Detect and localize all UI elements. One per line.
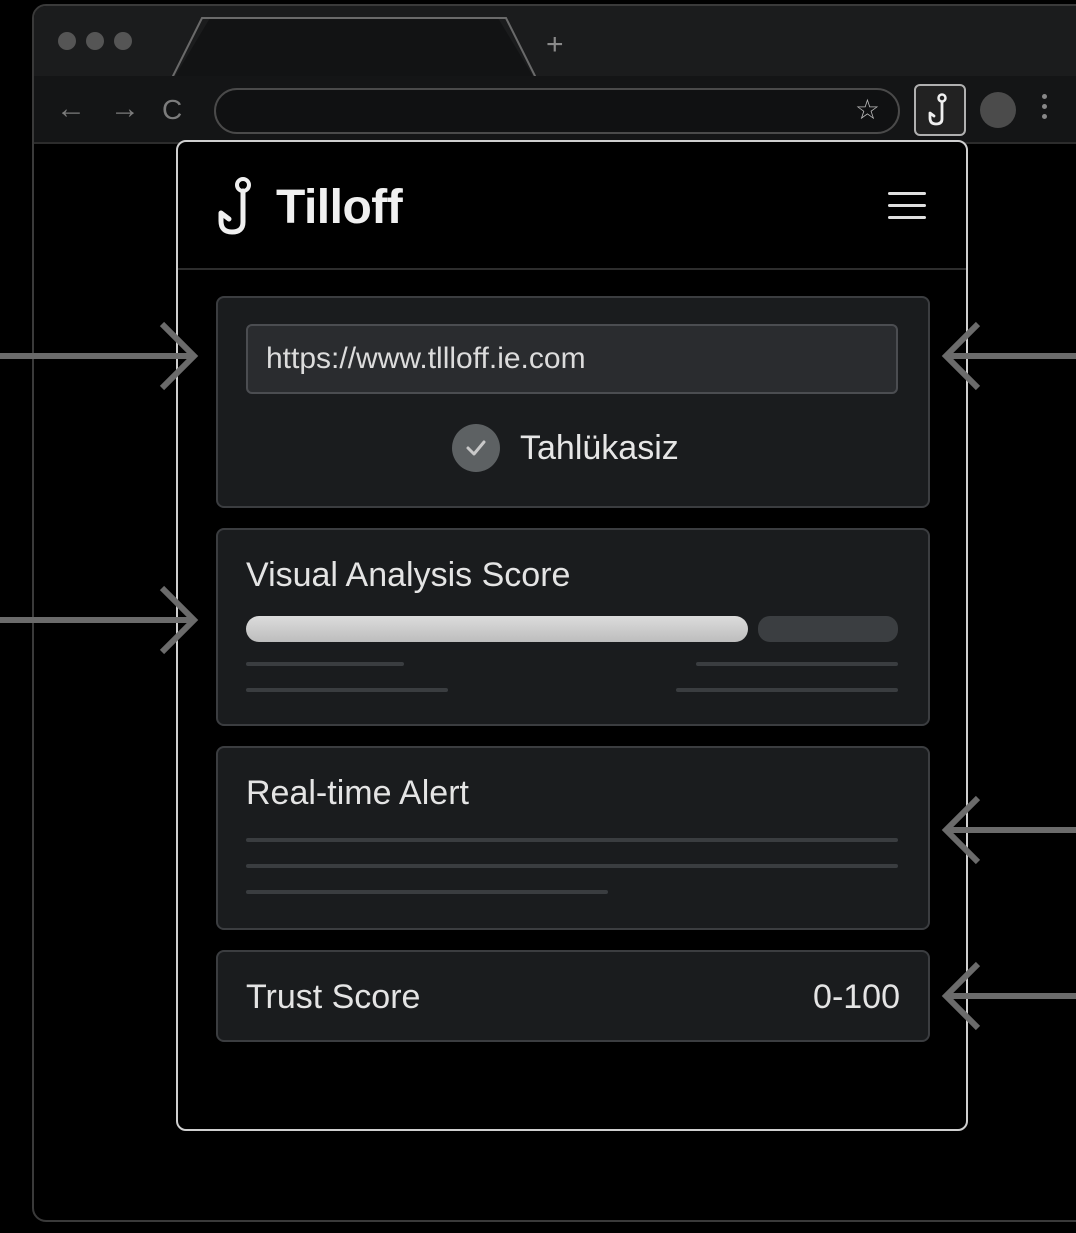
browser-toolbar: ← → C ☆	[34, 76, 1076, 144]
realtime-alert-card: Real-time Alert	[216, 746, 930, 930]
trust-score-label: Trust Score	[246, 978, 421, 1016]
url-field[interactable]: https://www.tllloff.ie.com	[246, 324, 898, 394]
browser-menu-icon[interactable]	[1042, 94, 1047, 119]
back-button[interactable]: ←	[56, 94, 86, 124]
placeholder-line	[676, 688, 898, 692]
placeholder-line	[246, 662, 404, 666]
placeholder-line	[246, 864, 898, 868]
fishhook-logo-icon	[218, 177, 251, 235]
extension-popup: Tilloff https://www.tllloff.ie.com Tahlü…	[176, 140, 968, 1131]
status-label: Tahlükasiz	[520, 428, 679, 467]
forward-button[interactable]: →	[110, 94, 140, 124]
visual-analysis-title: Visual Analysis Score	[246, 556, 571, 594]
maximize-dot[interactable]	[114, 32, 132, 50]
tab-outline	[172, 17, 536, 78]
callout-arrow-right	[0, 321, 199, 391]
bookmark-star-icon[interactable]: ☆	[855, 96, 880, 124]
brand: Tilloff	[216, 176, 403, 238]
stage: + ← → C ☆ Tilloff https://www.tllloff.ie…	[0, 0, 1076, 1233]
realtime-alert-title: Real-time Alert	[246, 774, 469, 812]
placeholder-line	[246, 890, 608, 894]
reload-button[interactable]: C	[162, 96, 182, 124]
address-bar[interactable]: ☆	[214, 88, 900, 134]
trust-score-card: Trust Score 0-100	[216, 950, 930, 1042]
callout-arrow-left	[941, 321, 1076, 391]
tilloff-extension-button[interactable]	[914, 84, 966, 136]
placeholder-line	[246, 838, 898, 842]
window-controls[interactable]	[58, 32, 132, 50]
close-dot[interactable]	[58, 32, 76, 50]
tab-strip: +	[34, 6, 1076, 78]
trust-score-range: 0-100	[813, 978, 900, 1016]
placeholder-line	[696, 662, 898, 666]
profile-avatar[interactable]	[980, 92, 1016, 128]
callout-arrow-left	[941, 795, 1076, 865]
fishhook-icon	[928, 93, 947, 126]
check-circle-icon	[452, 424, 500, 472]
visual-analysis-bar	[246, 616, 898, 642]
placeholder-line	[246, 688, 448, 692]
callout-arrow-right	[0, 585, 199, 655]
safety-status: Tahlükasiz	[452, 424, 679, 472]
visual-analysis-bar-remaining	[758, 616, 898, 642]
visual-analysis-bar-fill	[246, 616, 748, 642]
visual-analysis-card: Visual Analysis Score	[216, 528, 930, 726]
url-check-card: https://www.tllloff.ie.com Tahlükasiz	[216, 296, 930, 508]
hamburger-menu-icon[interactable]	[888, 192, 926, 219]
popup-header: Tilloff	[178, 142, 966, 270]
brand-name: Tilloff	[276, 180, 403, 234]
callout-arrow-left	[941, 961, 1076, 1031]
new-tab-button[interactable]: +	[546, 30, 564, 60]
minimize-dot[interactable]	[86, 32, 104, 50]
